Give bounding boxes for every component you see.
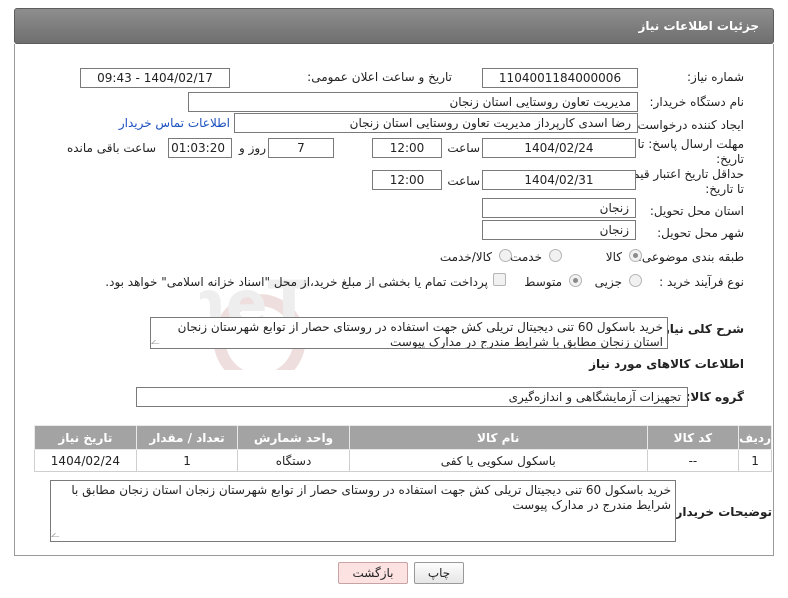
deadline-label-line1: مهلت ارسال پاسخ: تا bbox=[637, 137, 744, 151]
general-desc-field: خرید باسکول 60 تنی دیجیتال تریلی کش جهت … bbox=[150, 317, 668, 349]
back-button[interactable]: بازگشت bbox=[338, 562, 408, 584]
resize-grip[interactable] bbox=[51, 533, 63, 537]
cell-qty: 1 bbox=[135, 449, 239, 472]
category-radio-both[interactable] bbox=[499, 249, 512, 262]
need-number-label: شماره نیاز: bbox=[687, 70, 744, 84]
goods-section-title: اطلاعات کالاهای مورد نیاز bbox=[589, 357, 744, 371]
validity-date-field: 1404/02/31 bbox=[482, 170, 636, 190]
buyer-contact-link[interactable]: اطلاعات تماس خریدار bbox=[119, 116, 230, 130]
deadline-days-label: روز و bbox=[239, 141, 266, 155]
deadline-date-field: 1404/02/24 bbox=[482, 138, 636, 158]
validity-label-line1: حداقل تاریخ اعتبار قیمت: bbox=[617, 167, 744, 181]
deadline-time-label: ساعت bbox=[447, 141, 480, 155]
panel-title: جزئیات اطلاعات نیاز bbox=[638, 19, 759, 33]
category-radio-goods[interactable] bbox=[629, 249, 642, 262]
province-label: استان محل تحویل: bbox=[649, 204, 744, 218]
process-radio-medium[interactable] bbox=[569, 274, 582, 287]
remaining-time-label: ساعت باقی مانده bbox=[66, 141, 156, 155]
category-radio-service[interactable] bbox=[549, 249, 562, 262]
table-row: 1 -- باسکول سکویی یا کفی دستگاه 1 1404/0… bbox=[34, 449, 772, 472]
cell-name: باسکول سکویی یا کفی bbox=[348, 449, 648, 472]
cell-code: -- bbox=[646, 449, 740, 472]
validity-time-label: ساعت bbox=[447, 174, 480, 188]
remaining-time-field: 01:03:20 bbox=[168, 138, 232, 158]
general-desc-label: شرح کلی نیاز: bbox=[658, 322, 744, 336]
buyer-notes-label: توضیحات خریدار: bbox=[670, 505, 772, 519]
cell-unit: دستگاه bbox=[237, 449, 350, 472]
cell-date: 1404/02/24 bbox=[34, 449, 137, 472]
validity-time-field: 12:00 bbox=[372, 170, 442, 190]
creator-field: رضا اسدی کارپرداز مدیریت تعاون روستایی ا… bbox=[234, 113, 638, 133]
panel-header: جزئیات اطلاعات نیاز bbox=[14, 8, 774, 44]
buyer-org-label: نام دستگاه خریدار: bbox=[649, 95, 745, 109]
process-label: نوع فرآیند خرید : bbox=[659, 275, 744, 289]
process-option-minor: جزیی bbox=[594, 275, 622, 289]
buyer-notes-field: خرید باسکول 60 تنی دیجیتال تریلی کش جهت … bbox=[50, 480, 676, 542]
category-option-goods: کالا bbox=[605, 250, 622, 264]
col-code: کد کالا bbox=[646, 425, 740, 450]
city-field: زنجان bbox=[482, 220, 636, 240]
need-number-field: 1104001184000006 bbox=[482, 68, 638, 88]
validity-label-line2: تا تاریخ: bbox=[705, 182, 744, 196]
deadline-time-field: 12:00 bbox=[372, 138, 442, 158]
cell-row: 1 bbox=[738, 449, 772, 472]
general-desc-text: خرید باسکول 60 تنی دیجیتال تریلی کش جهت … bbox=[177, 320, 663, 349]
goods-group-field: تجهیزات آزمایشگاهی و اندازه‌گیری bbox=[136, 387, 688, 407]
goods-group-label: گروه کالا: bbox=[685, 390, 744, 404]
category-option-service: خدمت bbox=[510, 250, 542, 264]
process-option-medium: متوسط bbox=[524, 275, 562, 289]
col-unit: واحد شمارش bbox=[237, 425, 350, 450]
col-row: ردیف bbox=[738, 425, 772, 450]
treasury-payment-checkbox[interactable] bbox=[493, 273, 506, 286]
col-date: تاریخ نیاز bbox=[34, 425, 137, 450]
buyer-notes-text: خرید باسکول 60 تنی دیجیتال تریلی کش جهت … bbox=[71, 483, 671, 512]
announce-field: 1404/02/17 - 09:43 bbox=[80, 68, 230, 88]
treasury-payment-note: پرداخت تمام یا بخشی از مبلغ خرید،از محل … bbox=[105, 275, 488, 289]
items-table: ردیف کد کالا نام کالا واحد شمارش تعداد /… bbox=[34, 425, 772, 472]
category-option-both: کالا/خدمت bbox=[439, 250, 492, 264]
category-label: طبقه بندی موضوعی: bbox=[637, 250, 744, 264]
announce-label: تاریخ و ساعت اعلان عمومی: bbox=[307, 70, 452, 84]
buyer-org-field: مدیریت تعاون روستایی استان زنجان bbox=[188, 92, 638, 112]
table-header-row: ردیف کد کالا نام کالا واحد شمارش تعداد /… bbox=[34, 425, 772, 450]
col-name: نام کالا bbox=[348, 425, 648, 450]
city-label: شهر محل تحویل: bbox=[657, 226, 744, 240]
deadline-label-line2: تاریخ: bbox=[716, 152, 744, 166]
resize-grip[interactable] bbox=[151, 340, 163, 344]
province-field: زنجان bbox=[482, 198, 636, 218]
creator-label: ایجاد کننده درخواست: bbox=[633, 118, 744, 132]
process-radio-minor[interactable] bbox=[629, 274, 642, 287]
print-button[interactable]: چاپ bbox=[414, 562, 464, 584]
col-qty: تعداد / مقدار bbox=[135, 425, 239, 450]
deadline-days-field: 7 bbox=[268, 138, 334, 158]
